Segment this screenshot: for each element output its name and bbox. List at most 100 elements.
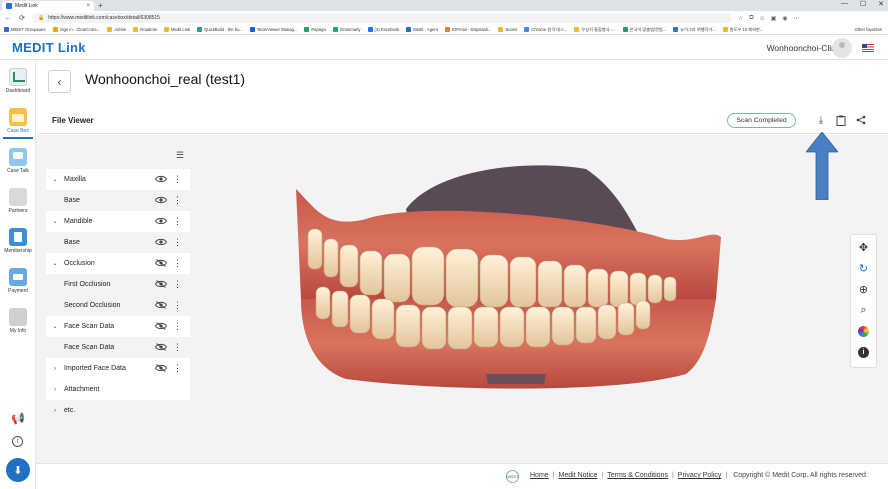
eye-icon[interactable] bbox=[154, 217, 168, 225]
eye-off-icon[interactable] bbox=[154, 322, 168, 330]
kebab-menu-icon[interactable]: ⋮ bbox=[173, 257, 182, 269]
close-tab-icon[interactable]: × bbox=[86, 3, 90, 9]
megaphone-icon[interactable]: 📢 bbox=[0, 412, 36, 425]
bookmark-item[interactable]: Suomi bbox=[498, 27, 517, 32]
tree-child-item[interactable]: Second Occlusion ⋮ bbox=[46, 295, 190, 316]
more-icon[interactable]: ⋯ bbox=[794, 15, 800, 22]
user-name[interactable]: Wonhoonchoi-Clinic bbox=[767, 43, 842, 53]
nav-case-box[interactable]: Case Box bbox=[0, 102, 36, 139]
avatar[interactable] bbox=[832, 38, 852, 58]
bookmark-item[interactable]: Sign in - ClearCorre... bbox=[52, 27, 100, 32]
zoom-fit-icon[interactable]: ⌕ bbox=[857, 303, 871, 317]
star-icon[interactable]: ☆ bbox=[738, 15, 743, 22]
nav-membership[interactable]: Membership bbox=[0, 222, 36, 258]
chevron-down-icon[interactable]: ⌄ bbox=[50, 176, 60, 183]
nav-partners[interactable]: Partners bbox=[0, 182, 36, 218]
tree-group-item[interactable]: ⌄ Mandible ⋮ bbox=[46, 211, 190, 232]
download-app-icon[interactable]: ⬇ bbox=[6, 458, 30, 482]
tree-group-item[interactable]: › etc. bbox=[46, 400, 190, 421]
other-favorites[interactable]: Other favorites bbox=[855, 27, 882, 32]
tree-group-item[interactable]: ⌄ Occlusion ⋮ bbox=[46, 253, 190, 274]
back-button[interactable]: ‹ bbox=[48, 70, 71, 93]
dental-scan-model[interactable] bbox=[286, 159, 726, 399]
bookmark-item[interactable]: Chrome 원격 데스... bbox=[524, 27, 567, 33]
tree-child-item[interactable]: Face Scan Data ⋮ bbox=[46, 337, 190, 358]
rotate-icon[interactable]: ↻ bbox=[857, 261, 871, 275]
info-icon[interactable]: i bbox=[857, 345, 871, 359]
bookmark-item[interactable]: Admin bbox=[107, 27, 126, 32]
bookmark-item[interactable]: MEDIT Groupware bbox=[4, 27, 46, 32]
bookmark-item[interactable]: 한국어 맞춤법/문법... bbox=[622, 27, 666, 33]
us-flag-icon[interactable] bbox=[862, 44, 874, 52]
chevron-right-icon[interactable]: › bbox=[50, 387, 60, 393]
favorites-icon[interactable]: ✩ bbox=[760, 15, 765, 22]
medit-link-logo[interactable]: MEDIT Link bbox=[12, 40, 86, 55]
bookmark-item[interactable]: Roadmin bbox=[133, 27, 157, 32]
kebab-menu-icon[interactable]: ⋮ bbox=[173, 341, 182, 353]
kebab-menu-icon[interactable]: ⋮ bbox=[173, 236, 182, 248]
eye-icon[interactable] bbox=[154, 196, 168, 204]
eye-off-icon[interactable] bbox=[154, 364, 168, 372]
eye-icon[interactable] bbox=[154, 238, 168, 246]
maximize-icon[interactable]: ☐ bbox=[860, 0, 866, 8]
extensions-icon[interactable]: ⧉ bbox=[749, 15, 753, 22]
chevron-down-icon[interactable]: ⌄ bbox=[50, 323, 60, 330]
share-icon[interactable] bbox=[855, 114, 867, 126]
collections-icon[interactable]: ▣ bbox=[771, 15, 777, 22]
footer-link-notice[interactable]: Medit Notice bbox=[559, 472, 598, 479]
kebab-menu-icon[interactable]: ⋮ bbox=[173, 194, 182, 206]
bookmark-item[interactable]: Medit - Agent bbox=[406, 27, 438, 32]
eye-icon[interactable] bbox=[154, 175, 168, 183]
bookmark-item[interactable]: 뉴이그라 여행작가... bbox=[673, 27, 716, 33]
back-arrow-icon[interactable]: ← bbox=[4, 15, 12, 22]
clipboard-icon[interactable] bbox=[835, 114, 847, 126]
tree-group-item[interactable]: ⌄ Maxilla ⋮ bbox=[46, 169, 190, 190]
url-input[interactable]: 🔒 https://www.meditlink.com/casebox/deta… bbox=[32, 13, 732, 23]
minimize-icon[interactable]: — bbox=[841, 0, 848, 8]
new-tab-icon[interactable]: + bbox=[98, 1, 103, 10]
kebab-menu-icon[interactable]: ⋮ bbox=[173, 278, 182, 290]
pan-icon[interactable]: ✥ bbox=[857, 240, 871, 254]
bookmark-item[interactable]: TeamViewer Manag... bbox=[249, 27, 297, 32]
kebab-menu-icon[interactable]: ⋮ bbox=[173, 362, 182, 374]
tree-group-item[interactable]: ⌄ Face Scan Data ⋮ bbox=[46, 316, 190, 337]
nav-payment[interactable]: Payment bbox=[0, 262, 36, 298]
bookmark-item[interactable]: Papago bbox=[304, 27, 326, 32]
eye-off-icon[interactable] bbox=[154, 301, 168, 309]
nav-case-talk[interactable]: Case Talk bbox=[0, 142, 36, 178]
tree-group-item[interactable]: › Imported Face Data ⋮ bbox=[46, 358, 190, 379]
tree-child-item[interactable]: Base ⋮ bbox=[46, 232, 190, 253]
bookmark-item[interactable]: QuickBuild - the bu... bbox=[197, 27, 243, 32]
download-icon[interactable]: ⤓ bbox=[815, 114, 827, 126]
zoom-in-icon[interactable]: ⊕ bbox=[857, 282, 871, 296]
tree-group-item[interactable]: › Attachment bbox=[46, 379, 190, 400]
refresh-icon[interactable]: ⟳ bbox=[18, 14, 26, 22]
kebab-menu-icon[interactable]: ⋮ bbox=[173, 215, 182, 227]
footer-link-home[interactable]: Home bbox=[530, 472, 549, 479]
color-mode-icon[interactable] bbox=[857, 324, 871, 338]
browser-tab[interactable]: Medit Link × bbox=[2, 1, 94, 11]
profile-icon[interactable]: ◉ bbox=[782, 15, 787, 22]
bookmark-item[interactable]: Grammarly bbox=[332, 27, 361, 32]
eye-off-icon[interactable] bbox=[154, 280, 168, 288]
kebab-menu-icon[interactable]: ⋮ bbox=[173, 173, 182, 185]
nav-my-info[interactable]: My Info bbox=[0, 302, 36, 338]
kebab-menu-icon[interactable]: ⋮ bbox=[173, 320, 182, 332]
bookmark-item[interactable]: 우성치 통합봉사 -... bbox=[574, 27, 616, 33]
bookmark-item[interactable]: Medit Link bbox=[163, 27, 190, 32]
collapse-panel-icon[interactable]: ☰ bbox=[176, 150, 184, 161]
chevron-right-icon[interactable]: › bbox=[50, 366, 60, 372]
eye-off-icon[interactable] bbox=[154, 343, 168, 351]
chevron-down-icon[interactable]: ⌄ bbox=[50, 260, 60, 267]
bookmark-item[interactable]: (3) Facebook bbox=[367, 27, 399, 32]
bookmark-item[interactable]: IOPmail - Disposab... bbox=[444, 27, 491, 32]
chevron-right-icon[interactable]: › bbox=[50, 408, 60, 414]
nav-dashboard[interactable]: Dashboard bbox=[0, 62, 36, 98]
footer-link-terms[interactable]: Terms & Conditions bbox=[607, 472, 668, 479]
eye-off-icon[interactable] bbox=[154, 259, 168, 267]
chevron-down-icon[interactable]: ⌄ bbox=[50, 218, 60, 225]
bookmark-item[interactable]: 원도우 10 해외판... bbox=[722, 27, 763, 33]
close-window-icon[interactable]: ✕ bbox=[878, 0, 884, 8]
kebab-menu-icon[interactable]: ⋮ bbox=[173, 299, 182, 311]
tree-child-item[interactable]: Base ⋮ bbox=[46, 190, 190, 211]
